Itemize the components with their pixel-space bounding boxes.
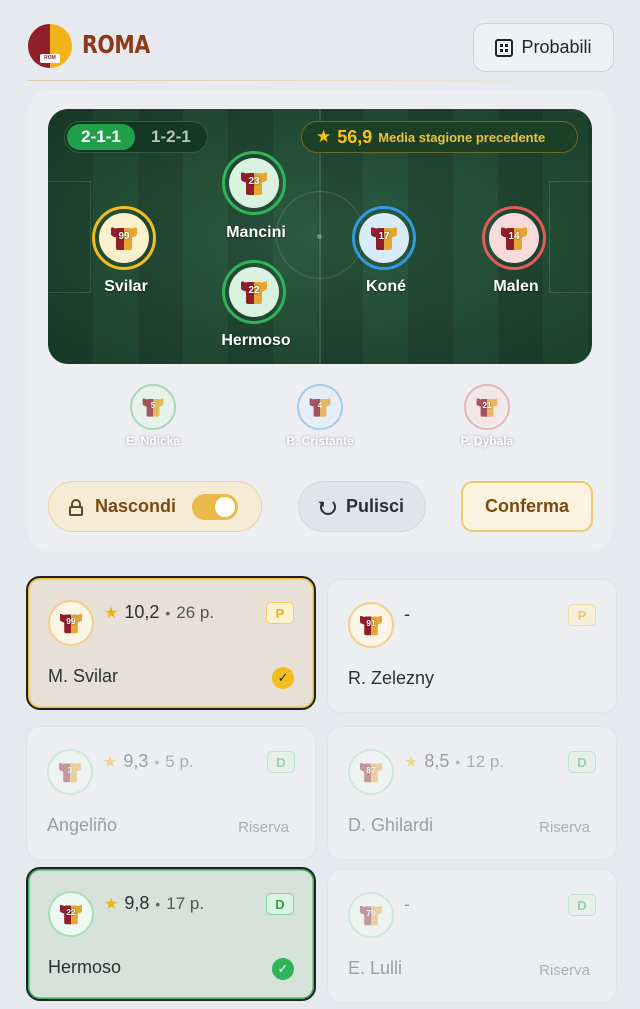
clear-label: Pulisci: [345, 496, 405, 516]
player-avatar: 99: [48, 600, 94, 646]
header: ROM ROMA Probabili: [0, 0, 640, 80]
player-name: E. Lulli: [348, 958, 403, 978]
hide-toggle-switch[interactable]: [192, 493, 239, 520]
header-divider: [28, 80, 612, 81]
season-average-value: 56,9: [337, 126, 373, 147]
player-card-ghilardi[interactable]: 87 ★ 8,5 • 12 p. D D. Ghilardi Riserva: [327, 726, 617, 860]
jersey-icon: 5: [142, 397, 164, 418]
checkmark-icon: ✓: [272, 667, 294, 689]
role-badge: D: [568, 751, 596, 773]
pitch-player-name: Hermoso: [221, 332, 291, 349]
pitch-player-malen[interactable]: 14: [482, 206, 546, 270]
role-badge: P: [266, 602, 294, 624]
star-icon: ★: [103, 753, 118, 771]
player-avatar: 3: [47, 749, 93, 795]
bench-player-name: P. Dybala: [460, 434, 514, 448]
player-stats: -: [404, 604, 410, 624]
star-icon: ★: [316, 127, 332, 146]
jersey-icon: 3: [58, 761, 82, 783]
star-icon: ★: [104, 604, 119, 622]
team-name: ROMA: [82, 30, 150, 59]
lock-icon: [69, 498, 83, 516]
jersey-icon: 22: [241, 279, 267, 305]
confirm-button[interactable]: Conferma: [461, 481, 593, 532]
jersey-icon: 99: [111, 225, 137, 251]
pitch-player-name: Svilar: [104, 278, 148, 295]
bench-player-cristante[interactable]: 4: [297, 384, 343, 430]
star-icon: ★: [104, 895, 119, 913]
player-avatar: 91: [348, 602, 394, 648]
clear-button[interactable]: Pulisci: [298, 481, 426, 532]
probabili-button[interactable]: Probabili: [473, 23, 614, 72]
formation-option-2-1-1[interactable]: 2-1-1: [67, 124, 135, 150]
player-avatar: 22: [48, 891, 94, 937]
pitch-player-svilar[interactable]: 99: [92, 206, 156, 270]
role-badge: D: [568, 894, 596, 916]
bench-player-dybala[interactable]: 21: [464, 384, 510, 430]
jersey-icon: 4: [309, 397, 331, 418]
formation-option-1-2-1[interactable]: 1-2-1: [141, 124, 201, 150]
season-average-label: Media stagione precedente: [378, 129, 546, 145]
refresh-icon: [319, 498, 336, 515]
hide-toggle-button[interactable]: Nascondi: [48, 481, 262, 532]
role-badge: P: [568, 604, 596, 626]
player-avatar: 79: [348, 892, 394, 938]
jersey-icon: 99: [59, 612, 83, 634]
jersey-icon: 21: [476, 397, 498, 418]
player-stats: -: [404, 894, 410, 914]
player-card-zelezny[interactable]: 91 - P R. Zelezny: [327, 579, 617, 713]
player-stats: ★ 10,2 • 26 p.: [104, 602, 215, 622]
dice-icon: [495, 38, 514, 57]
player-stats: ★ 8,5 • 12 p.: [404, 751, 505, 771]
bench-player-name: B. Cristante: [286, 434, 354, 448]
checkmark-icon: ✓: [272, 958, 294, 980]
player-card-hermoso[interactable]: 22 ★ 9,8 • 17 p. D Hermoso ✓: [26, 867, 316, 1001]
reserve-label: Riserva: [238, 819, 289, 836]
hide-label: Nascondi: [95, 496, 177, 516]
jersey-icon: 91: [359, 614, 383, 636]
jersey-icon: 14: [501, 225, 527, 251]
formation-switcher: 2-1-1 1-2-1: [64, 121, 208, 153]
role-badge: D: [266, 893, 294, 915]
probabili-label: Probabili: [521, 37, 592, 57]
pitch-player-mancini[interactable]: 23: [222, 151, 286, 215]
team-crest-icon: ROM: [28, 24, 72, 68]
player-stats: ★ 9,3 • 5 p.: [103, 751, 194, 771]
role-badge: D: [267, 751, 295, 773]
pitch-player-name: Malen: [493, 278, 539, 295]
reserve-label: Riserva: [539, 819, 590, 836]
pitch-player-name: Koné: [366, 278, 406, 295]
player-stats: ★ 9,8 • 17 p.: [104, 893, 205, 913]
reserve-label: Riserva: [539, 962, 590, 979]
player-avatar: 87: [348, 749, 394, 795]
season-average-badge: ★ 56,9 Media stagione precedente: [301, 121, 578, 153]
jersey-icon: 79: [359, 904, 383, 926]
player-name: M. Svilar: [48, 666, 119, 686]
player-name: D. Ghilardi: [348, 815, 434, 835]
pitch-player-kone[interactable]: 17: [352, 206, 416, 270]
bench-player-ndicka[interactable]: 5: [130, 384, 176, 430]
star-icon: ★: [404, 753, 419, 771]
player-name: Angeliño: [47, 815, 118, 835]
jersey-icon: 22: [59, 903, 83, 925]
player-name: R. Zelezny: [348, 668, 435, 688]
player-card-lulli[interactable]: 79 - D E. Lulli Riserva: [327, 869, 617, 1003]
jersey-icon: 87: [359, 761, 383, 783]
player-card-angelino[interactable]: 3 ★ 9,3 • 5 p. D Angeliño Riserva: [26, 726, 316, 860]
bench-player-name: E. Ndicka: [125, 434, 181, 448]
pitch-player-hermoso[interactable]: 22: [222, 260, 286, 324]
player-card-svilar[interactable]: 99 ★ 10,2 • 26 p. P M. Svilar ✓: [26, 576, 316, 710]
pitch-player-name: Mancini: [226, 224, 286, 241]
player-name: Hermoso: [48, 957, 122, 977]
jersey-icon: 23: [241, 170, 267, 196]
jersey-icon: 17: [371, 225, 397, 251]
